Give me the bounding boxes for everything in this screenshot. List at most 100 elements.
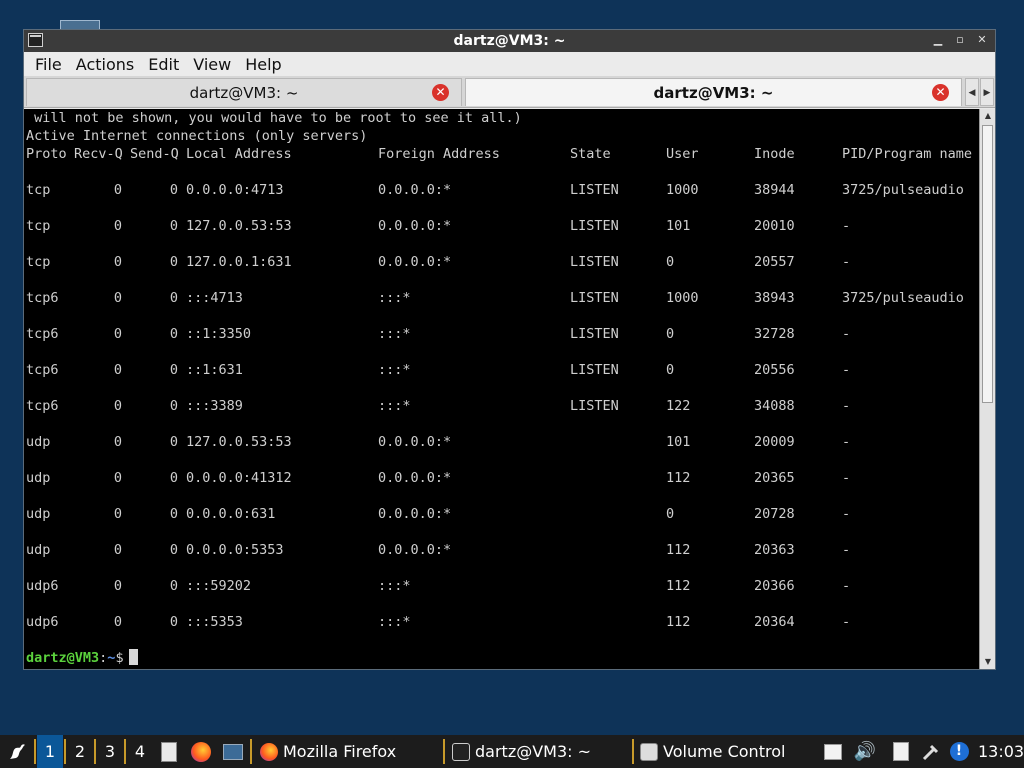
terminal-scrollbar[interactable]: ▲ ▼ bbox=[979, 109, 995, 669]
header-local-address: Local Address bbox=[186, 146, 292, 162]
tab-label: dartz@VM3: ~ bbox=[653, 83, 774, 102]
menu-file[interactable]: File bbox=[28, 55, 69, 74]
tab-scroll-left-icon[interactable]: ◀ bbox=[965, 78, 979, 106]
cell-pid-program: 3725/pulseaudio bbox=[842, 182, 964, 198]
netstat-row: udp 0 0 0.0.0.0:631 0.0.0.0:* 0 20728 - bbox=[24, 505, 979, 523]
window-titlebar[interactable]: dartz@VM3: ~ ▁ ▫ ✕ bbox=[24, 30, 995, 52]
cell-sendq: 0 bbox=[169, 254, 178, 270]
menu-actions[interactable]: Actions bbox=[69, 55, 141, 74]
cell-proto: tcp6 bbox=[26, 290, 59, 306]
cell-sendq: 0 bbox=[169, 506, 178, 522]
cell-sendq: 0 bbox=[169, 398, 178, 414]
scrollbar-thumb[interactable] bbox=[982, 125, 993, 403]
cell-recvq: 0 bbox=[113, 614, 122, 630]
cell-user: 0 bbox=[666, 362, 675, 378]
cell-local-address: ::1:631 bbox=[186, 362, 243, 378]
netstat-row: tcp6 0 0::1:3350:::* LISTEN 0 32728 - bbox=[24, 325, 979, 343]
cell-proto: udp6 bbox=[26, 578, 59, 594]
close-tab-icon[interactable]: ✕ bbox=[432, 84, 449, 101]
cell-recvq: 0 bbox=[113, 218, 122, 234]
cell-user: 0 bbox=[666, 254, 675, 270]
cell-local-address: :::4713 bbox=[186, 290, 243, 306]
minimize-button[interactable]: ▁ bbox=[931, 32, 945, 48]
tab-label: dartz@VM3: ~ bbox=[189, 83, 299, 102]
cell-user: 0 bbox=[666, 326, 675, 342]
cell-foreign-address: 0.0.0.0:* bbox=[378, 470, 452, 486]
cell-recvq: 0 bbox=[113, 578, 122, 594]
workspace-1[interactable]: 1 bbox=[37, 735, 63, 768]
cell-local-address: 127.0.0.1:631 bbox=[186, 254, 292, 270]
cell-foreign-address: :::* bbox=[378, 326, 411, 342]
maximize-button[interactable]: ▫ bbox=[953, 32, 967, 48]
task-firefox[interactable]: Mozilla Firefox bbox=[256, 735, 442, 768]
clipboard-icon[interactable] bbox=[888, 735, 914, 768]
tab-scroll-right-icon[interactable]: ▶ bbox=[980, 78, 994, 106]
cell-user: 122 bbox=[666, 398, 691, 414]
cell-sendq: 0 bbox=[169, 542, 178, 558]
workspace-2[interactable]: 2 bbox=[67, 735, 93, 768]
cell-foreign-address: 0.0.0.0:* bbox=[378, 542, 452, 558]
taskbar: 1 2 3 4 Mozilla Firefox dartz@VM3: ~ Vol… bbox=[0, 735, 1024, 768]
cell-user: 112 bbox=[666, 542, 691, 558]
netstat-row: udp6 0 0:::59202:::* 112 20366 - bbox=[24, 577, 979, 595]
cell-user: 101 bbox=[666, 434, 691, 450]
task-volume-control[interactable]: Volume Control bbox=[636, 735, 816, 768]
scroll-up-icon[interactable]: ▲ bbox=[980, 109, 996, 123]
start-menu-icon[interactable] bbox=[2, 735, 32, 768]
cell-user: 112 bbox=[666, 578, 691, 594]
cell-proto: udp bbox=[26, 434, 51, 450]
netstat-row: tcp6 0 0::1:631:::* LISTEN 0 20556 - bbox=[24, 361, 979, 379]
header-sendq: Send-Q bbox=[130, 146, 179, 162]
file-manager-icon[interactable] bbox=[156, 735, 182, 768]
task-label: Volume Control bbox=[663, 742, 786, 761]
shell-prompt[interactable]: dartz@VM3:~$ bbox=[26, 649, 138, 667]
workspace-4[interactable]: 4 bbox=[127, 735, 153, 768]
menu-view[interactable]: View bbox=[186, 55, 238, 74]
cell-state: LISTEN bbox=[570, 290, 619, 306]
tab-terminal-1[interactable]: dartz@VM3: ~ ✕ bbox=[26, 78, 462, 106]
cell-local-address: :::3389 bbox=[186, 398, 243, 414]
cell-recvq: 0 bbox=[113, 398, 122, 414]
cell-user: 101 bbox=[666, 218, 691, 234]
cell-inode: 20557 bbox=[754, 254, 795, 270]
cell-inode: 20366 bbox=[754, 578, 795, 594]
cell-user: 112 bbox=[666, 614, 691, 630]
volume-icon[interactable]: 🔊 bbox=[852, 735, 878, 768]
firefox-icon[interactable] bbox=[188, 735, 214, 768]
cell-state: LISTEN bbox=[570, 254, 619, 270]
cell-foreign-address: 0.0.0.0:* bbox=[378, 434, 452, 450]
cell-proto: tcp bbox=[26, 182, 51, 198]
network-icon[interactable] bbox=[918, 735, 944, 768]
terminal-launcher-icon[interactable] bbox=[220, 735, 246, 768]
cell-local-address: 0.0.0.0:631 bbox=[186, 506, 276, 522]
close-tab-icon[interactable]: ✕ bbox=[932, 84, 949, 101]
update-notification-icon[interactable]: ! bbox=[946, 735, 972, 768]
tab-bar: dartz@VM3: ~ ✕ dartz@VM3: ~ ✕ ◀ ▶ bbox=[24, 76, 995, 108]
menu-help[interactable]: Help bbox=[238, 55, 288, 74]
cell-pid-program: - bbox=[842, 434, 851, 450]
close-button[interactable]: ✕ bbox=[975, 32, 989, 48]
workspace-3[interactable]: 3 bbox=[97, 735, 123, 768]
terminal-line: will not be shown, you would have to be … bbox=[26, 110, 522, 126]
cell-foreign-address: 0.0.0.0:* bbox=[378, 182, 452, 198]
cell-proto: tcp bbox=[26, 254, 51, 270]
clock[interactable]: 13:03 bbox=[978, 735, 1024, 768]
menu-edit[interactable]: Edit bbox=[141, 55, 186, 74]
scroll-down-icon[interactable]: ▼ bbox=[980, 655, 996, 669]
cell-recvq: 0 bbox=[113, 254, 122, 270]
netstat-row: tcp 0 0 127.0.0.53:53 0.0.0.0:* LISTEN 101 2001… bbox=[24, 217, 979, 235]
notes-icon[interactable] bbox=[820, 735, 846, 768]
cell-inode: 20556 bbox=[754, 362, 795, 378]
header-foreign-address: Foreign Address bbox=[378, 146, 500, 162]
terminal-icon bbox=[452, 742, 470, 761]
text-cursor bbox=[128, 649, 138, 665]
firefox-icon bbox=[260, 742, 278, 761]
cell-inode: 20010 bbox=[754, 218, 795, 234]
terminal-output[interactable]: will not be shown, you would have to be … bbox=[24, 109, 979, 669]
task-terminal[interactable]: dartz@VM3: ~ bbox=[448, 735, 628, 768]
header-recvq: Recv-Q bbox=[74, 146, 123, 162]
tab-terminal-2[interactable]: dartz@VM3: ~ ✕ bbox=[465, 78, 962, 106]
terminal-icon[interactable] bbox=[28, 33, 43, 47]
cell-sendq: 0 bbox=[169, 470, 178, 486]
netstat-row: udp 0 0 0.0.0.0:5353 0.0.0.0:* 112 20363 - bbox=[24, 541, 979, 559]
